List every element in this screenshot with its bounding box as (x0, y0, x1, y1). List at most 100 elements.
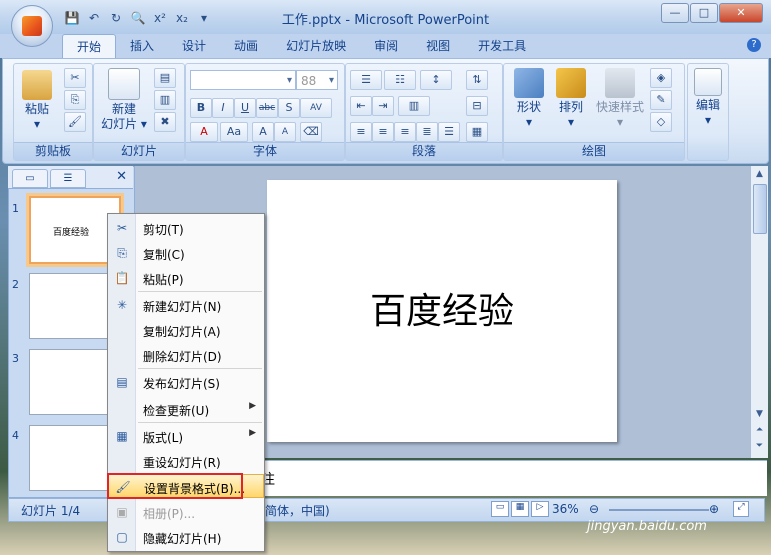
next-slide-icon[interactable]: ⏷ (751, 438, 768, 454)
maximize-button[interactable]: □ (690, 3, 718, 23)
slide-counter: 幻灯片 1/4 (21, 504, 81, 518)
slide-canvas[interactable]: 百度经验 (267, 180, 617, 442)
tab-slideshow[interactable]: 幻灯片放映 (272, 34, 360, 58)
clipboard-group-label: 剪贴板 (14, 142, 92, 160)
font-group: 88 B I U abc S AV A Aa A A ⌫ 字体 (185, 63, 345, 161)
editing-button[interactable]: 编辑 ▾ (690, 68, 726, 128)
shrink-font-button[interactable]: A (274, 122, 296, 142)
office-button[interactable] (11, 5, 53, 47)
line-spacing-icon[interactable]: ↕ (420, 70, 452, 90)
justify-icon[interactable]: ≣ (416, 122, 438, 142)
zoom-level[interactable]: 36% (552, 502, 579, 516)
shadow-button[interactable]: S (278, 98, 300, 118)
format-painter-icon[interactable]: 🖌 (64, 112, 86, 132)
font-color-button[interactable]: A (190, 122, 218, 142)
sorter-view-icon[interactable]: ▦ (511, 501, 529, 517)
menu-item-hide-slide[interactable]: ▢ 隐藏幻灯片(H) (108, 525, 264, 549)
menu-item-photo-album: ▣ 相册(P)... (108, 500, 264, 524)
bullets-icon[interactable]: ☰ (350, 70, 382, 90)
menu-label: 粘贴(P) (143, 273, 184, 287)
italic-button[interactable]: I (212, 98, 234, 118)
zoom-slider[interactable] (609, 509, 709, 511)
font-size-combo[interactable]: 88 (296, 70, 338, 91)
shapes-button[interactable]: 形状 ▾ (510, 68, 548, 130)
slideshow-view-icon[interactable]: ▷ (531, 501, 549, 517)
scroll-up-icon[interactable]: ▲ (751, 166, 768, 182)
menu-item-publish-slides[interactable]: ▤ 发布幻灯片(S) (108, 370, 264, 394)
vertical-scrollbar[interactable]: ▲ ▼ ⏶ ⏷ (750, 166, 768, 458)
slide-title[interactable]: 百度经验 (267, 282, 617, 334)
menu-item-duplicate-slide[interactable]: 复制幻灯片(A) (108, 318, 264, 342)
outline-tab-icon[interactable]: ☰ (50, 169, 86, 188)
copy-icon[interactable]: ⎘ (64, 90, 86, 110)
shape-fill-icon[interactable]: ◈ (650, 68, 672, 88)
shape-outline-icon[interactable]: ✎ (650, 90, 672, 110)
font-name-combo[interactable] (190, 70, 296, 91)
slide-thumbnail[interactable] (29, 273, 119, 339)
close-button[interactable]: ✕ (719, 3, 763, 23)
tab-review[interactable]: 审阅 (360, 34, 412, 58)
paste-button[interactable]: 粘贴 ▾ (20, 70, 54, 132)
align-right-icon[interactable]: ≡ (394, 122, 416, 142)
tab-home[interactable]: 开始 (62, 34, 117, 58)
align-left-icon[interactable]: ≡ (350, 122, 372, 142)
underline-button[interactable]: U (234, 98, 256, 118)
scroll-down-icon[interactable]: ▼ (751, 406, 768, 422)
zoom-in-icon[interactable]: ⊕ (709, 502, 719, 516)
slides-group: 新建 幻灯片 ▾ ▤ ▥ ✖ 幻灯片 (93, 63, 185, 161)
close-panel-icon[interactable]: ✕ (116, 169, 127, 184)
distribute-icon[interactable]: ☰ (438, 122, 460, 142)
smartart-icon[interactable]: ▦ (466, 122, 488, 142)
bold-button[interactable]: B (190, 98, 212, 118)
binoculars-icon (694, 68, 722, 96)
increase-indent-icon[interactable]: ⇥ (372, 96, 394, 116)
tab-view[interactable]: 视图 (412, 34, 464, 58)
menu-item-reset-slide[interactable]: 重设幻灯片(R) (108, 449, 264, 473)
decrease-indent-icon[interactable]: ⇤ (350, 96, 372, 116)
slide-thumbnail[interactable] (29, 349, 119, 415)
tab-animations[interactable]: 动画 (220, 34, 272, 58)
arrange-button[interactable]: 排列 ▾ (552, 68, 590, 130)
fit-window-icon[interactable]: ⤢ (733, 501, 749, 517)
cut-icon[interactable]: ✂ (64, 68, 86, 88)
delete-slide-icon[interactable]: ✖ (154, 112, 176, 132)
help-icon[interactable]: ? (747, 38, 761, 52)
tab-developer[interactable]: 开发工具 (464, 34, 540, 58)
menu-item-layout[interactable]: ▦ 版式(L) ▶ (108, 424, 264, 448)
align-center-icon[interactable]: ≡ (372, 122, 394, 142)
slides-tab-icon[interactable]: ▭ (12, 169, 48, 188)
clear-format-icon[interactable]: ⌫ (300, 122, 322, 142)
strikethrough-button[interactable]: abc (256, 98, 278, 118)
columns-icon[interactable]: ▥ (398, 96, 430, 116)
menu-item-delete-slide[interactable]: 删除幻灯片(D) (108, 343, 264, 367)
submenu-arrow-icon: ▶ (249, 401, 256, 411)
char-spacing-button[interactable]: AV (300, 98, 332, 118)
new-slide-button[interactable]: 新建 幻灯片 ▾ (98, 68, 150, 132)
slide-thumbnail[interactable] (29, 425, 119, 491)
menu-item-new-slide[interactable]: ✳ 新建幻灯片(N) (108, 293, 264, 317)
menu-label: 复制幻灯片(A) (143, 325, 221, 339)
align-text-icon[interactable]: ⊟ (466, 96, 488, 116)
numbering-icon[interactable]: ☷ (384, 70, 416, 90)
quick-styles-button[interactable]: 快速样式 ▾ (594, 68, 646, 130)
prev-slide-icon[interactable]: ⏶ (751, 422, 768, 438)
normal-view-icon[interactable]: ▭ (491, 501, 509, 517)
menu-item-copy[interactable]: ⎘ 复制(C) (108, 241, 264, 265)
tab-insert[interactable]: 插入 (116, 34, 168, 58)
new-slide-label-2: 幻灯片 (101, 117, 138, 131)
menu-item-paste[interactable]: 📋 粘贴(P) (108, 266, 264, 290)
arrange-icon (556, 68, 586, 98)
zoom-out-icon[interactable]: ⊖ (589, 502, 599, 516)
scroll-thumb[interactable] (753, 184, 767, 234)
menu-item-cut[interactable]: ✂ 剪切(T) (108, 216, 264, 240)
text-direction-icon[interactable]: ⇅ (466, 70, 488, 90)
minimize-button[interactable]: — (661, 3, 689, 23)
change-case-button[interactable]: Aa (220, 122, 248, 142)
layout-icon[interactable]: ▤ (154, 68, 176, 88)
menu-label: 检查更新(U) (143, 404, 210, 418)
tab-design[interactable]: 设计 (168, 34, 220, 58)
menu-item-check-updates[interactable]: 检查更新(U) ▶ (108, 397, 264, 421)
shape-effects-icon[interactable]: ◇ (650, 112, 672, 132)
reset-slide-icon[interactable]: ▥ (154, 90, 176, 110)
grow-font-button[interactable]: A (252, 122, 274, 142)
